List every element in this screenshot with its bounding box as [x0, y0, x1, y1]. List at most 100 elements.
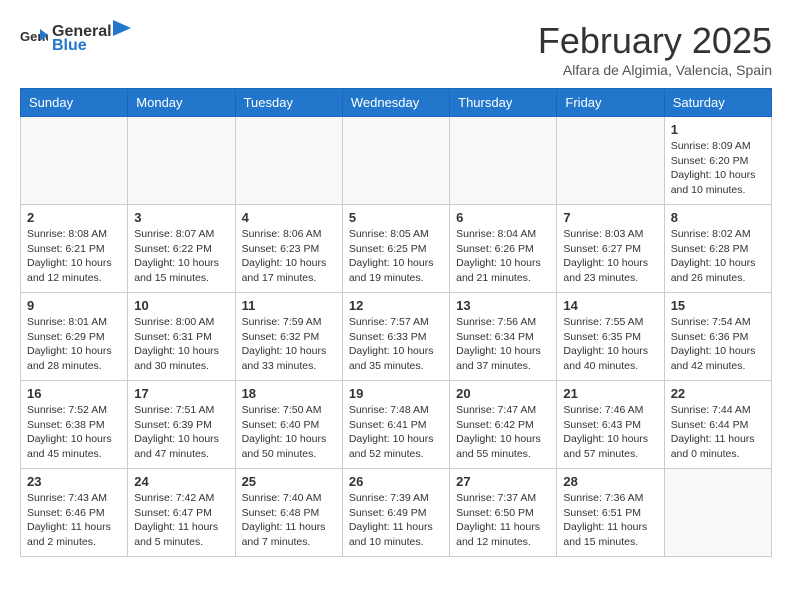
day-info: Sunrise: 7:44 AMSunset: 6:44 PMDaylight:…	[671, 403, 765, 462]
calendar-cell: 16 Sunrise: 7:52 AMSunset: 6:38 PMDayligh…	[21, 381, 128, 469]
day-info: Sunrise: 7:46 AMSunset: 6:43 PMDaylight:…	[563, 403, 657, 462]
day-info: Sunrise: 8:06 AMSunset: 6:23 PMDaylight:…	[242, 227, 336, 286]
calendar-cell: 24 Sunrise: 7:42 AMSunset: 6:47 PMDayligh…	[128, 469, 235, 557]
day-number: 18	[242, 386, 336, 401]
day-number: 27	[456, 474, 550, 489]
calendar-cell: 8 Sunrise: 8:02 AMSunset: 6:28 PMDaylight…	[664, 205, 771, 293]
calendar-cell	[235, 117, 342, 205]
logo: General General Blue	[20, 20, 132, 55]
day-number: 17	[134, 386, 228, 401]
calendar-cell: 9Sunrise: 8:01 AMSunset: 6:29 PMDaylight…	[21, 293, 128, 381]
day-number: 24	[134, 474, 228, 489]
day-number: 20	[456, 386, 550, 401]
day-info: Sunrise: 8:00 AMSunset: 6:31 PMDaylight:…	[134, 315, 228, 374]
day-info: Sunrise: 7:57 AMSunset: 6:33 PMDaylight:…	[349, 315, 443, 374]
day-number: 15	[671, 298, 765, 313]
day-number: 14	[563, 298, 657, 313]
column-header-wednesday: Wednesday	[342, 89, 449, 117]
location-title: Alfara de Algimia, Valencia, Spain	[538, 62, 772, 78]
day-number: 22	[671, 386, 765, 401]
calendar-cell	[557, 117, 664, 205]
day-info: Sunrise: 8:08 AMSunset: 6:21 PMDaylight:…	[27, 227, 121, 286]
day-info: Sunrise: 7:39 AMSunset: 6:49 PMDaylight:…	[349, 491, 443, 550]
calendar-cell: 14 Sunrise: 7:55 AMSunset: 6:35 PMDayligh…	[557, 293, 664, 381]
calendar-cell: 15 Sunrise: 7:54 AMSunset: 6:36 PMDayligh…	[664, 293, 771, 381]
column-header-monday: Monday	[128, 89, 235, 117]
calendar-cell	[664, 469, 771, 557]
day-number: 21	[563, 386, 657, 401]
day-number: 11	[242, 298, 336, 313]
calendar-cell: 27 Sunrise: 7:37 AMSunset: 6:50 PMDayligh…	[450, 469, 557, 557]
day-info: Sunrise: 7:43 AMSunset: 6:46 PMDaylight:…	[27, 491, 121, 550]
day-info: Sunrise: 7:56 AMSunset: 6:34 PMDaylight:…	[456, 315, 550, 374]
day-info: Sunrise: 7:55 AMSunset: 6:35 PMDaylight:…	[563, 315, 657, 374]
calendar-cell: 3 Sunrise: 8:07 AMSunset: 6:22 PMDaylight…	[128, 205, 235, 293]
calendar-cell: 25Sunrise: 7:40 AMSunset: 6:48 PMDayligh…	[235, 469, 342, 557]
day-info: Sunrise: 7:51 AMSunset: 6:39 PMDaylight:…	[134, 403, 228, 462]
day-number: 5	[349, 210, 443, 225]
calendar-cell: 20 Sunrise: 7:47 AMSunset: 6:42 PMDayligh…	[450, 381, 557, 469]
day-number: 26	[349, 474, 443, 489]
week-row-1: 1 Sunrise: 8:09 AMSunset: 6:20 PMDaylight…	[21, 117, 772, 205]
day-info: Sunrise: 7:54 AMSunset: 6:36 PMDaylight:…	[671, 315, 765, 374]
calendar-cell	[128, 117, 235, 205]
day-number: 10	[134, 298, 228, 313]
day-info: Sunrise: 7:37 AMSunset: 6:50 PMDaylight:…	[456, 491, 550, 550]
calendar-cell: 17 Sunrise: 7:51 AMSunset: 6:39 PMDayligh…	[128, 381, 235, 469]
month-title: February 2025	[538, 20, 772, 62]
calendar-cell: 7Sunrise: 8:03 AMSunset: 6:27 PMDaylight…	[557, 205, 664, 293]
day-info: Sunrise: 8:04 AMSunset: 6:26 PMDaylight:…	[456, 227, 550, 286]
day-info: Sunrise: 7:48 AMSunset: 6:41 PMDaylight:…	[349, 403, 443, 462]
calendar-cell: 4 Sunrise: 8:06 AMSunset: 6:23 PMDaylight…	[235, 205, 342, 293]
column-header-thursday: Thursday	[450, 89, 557, 117]
day-info: Sunrise: 7:42 AMSunset: 6:47 PMDaylight:…	[134, 491, 228, 550]
day-number: 2	[27, 210, 121, 225]
calendar-cell: 12Sunrise: 7:57 AMSunset: 6:33 PMDayligh…	[342, 293, 449, 381]
calendar-cell: 10 Sunrise: 8:00 AMSunset: 6:31 PMDayligh…	[128, 293, 235, 381]
day-info: Sunrise: 8:03 AMSunset: 6:27 PMDaylight:…	[563, 227, 657, 286]
week-row-2: 2 Sunrise: 8:08 AMSunset: 6:21 PMDaylight…	[21, 205, 772, 293]
day-number: 16	[27, 386, 121, 401]
day-number: 25	[242, 474, 336, 489]
page-header: General General Blue February 2025 Alfar…	[20, 20, 772, 78]
calendar-cell: 28Sunrise: 7:36 AMSunset: 6:51 PMDayligh…	[557, 469, 664, 557]
day-info: Sunrise: 8:05 AMSunset: 6:25 PMDaylight:…	[349, 227, 443, 286]
logo-icon: General	[20, 27, 48, 49]
day-info: Sunrise: 7:52 AMSunset: 6:38 PMDaylight:…	[27, 403, 121, 462]
day-number: 6	[456, 210, 550, 225]
calendar-cell	[21, 117, 128, 205]
column-header-friday: Friday	[557, 89, 664, 117]
column-header-sunday: Sunday	[21, 89, 128, 117]
calendar-cell: 19Sunrise: 7:48 AMSunset: 6:41 PMDayligh…	[342, 381, 449, 469]
calendar-header-row: SundayMondayTuesdayWednesdayThursdayFrid…	[21, 89, 772, 117]
day-info: Sunrise: 7:50 AMSunset: 6:40 PMDaylight:…	[242, 403, 336, 462]
calendar-cell: 18 Sunrise: 7:50 AMSunset: 6:40 PMDayligh…	[235, 381, 342, 469]
calendar-cell: 13 Sunrise: 7:56 AMSunset: 6:34 PMDayligh…	[450, 293, 557, 381]
day-info: Sunrise: 8:09 AMSunset: 6:20 PMDaylight:…	[671, 139, 765, 198]
calendar-cell: 5 Sunrise: 8:05 AMSunset: 6:25 PMDaylight…	[342, 205, 449, 293]
title-section: February 2025 Alfara de Algimia, Valenci…	[538, 20, 772, 78]
day-number: 9	[27, 298, 121, 313]
day-number: 3	[134, 210, 228, 225]
day-info: Sunrise: 8:07 AMSunset: 6:22 PMDaylight:…	[134, 227, 228, 286]
calendar-cell	[450, 117, 557, 205]
day-info: Sunrise: 7:47 AMSunset: 6:42 PMDaylight:…	[456, 403, 550, 462]
day-number: 8	[671, 210, 765, 225]
calendar-cell	[342, 117, 449, 205]
day-number: 28	[563, 474, 657, 489]
day-number: 1	[671, 122, 765, 137]
day-number: 13	[456, 298, 550, 313]
calendar-cell: 21 Sunrise: 7:46 AMSunset: 6:43 PMDayligh…	[557, 381, 664, 469]
calendar-cell: 6 Sunrise: 8:04 AMSunset: 6:26 PMDaylight…	[450, 205, 557, 293]
column-header-tuesday: Tuesday	[235, 89, 342, 117]
calendar-cell: 22 Sunrise: 7:44 AMSunset: 6:44 PMDayligh…	[664, 381, 771, 469]
week-row-3: 9Sunrise: 8:01 AMSunset: 6:29 PMDaylight…	[21, 293, 772, 381]
calendar-cell: 11Sunrise: 7:59 AMSunset: 6:32 PMDayligh…	[235, 293, 342, 381]
calendar-cell: 23 Sunrise: 7:43 AMSunset: 6:46 PMDayligh…	[21, 469, 128, 557]
day-number: 23	[27, 474, 121, 489]
day-info: Sunrise: 8:02 AMSunset: 6:28 PMDaylight:…	[671, 227, 765, 286]
calendar-cell: 26 Sunrise: 7:39 AMSunset: 6:49 PMDayligh…	[342, 469, 449, 557]
day-number: 4	[242, 210, 336, 225]
calendar-cell: 1 Sunrise: 8:09 AMSunset: 6:20 PMDaylight…	[664, 117, 771, 205]
calendar-cell: 2 Sunrise: 8:08 AMSunset: 6:21 PMDaylight…	[21, 205, 128, 293]
